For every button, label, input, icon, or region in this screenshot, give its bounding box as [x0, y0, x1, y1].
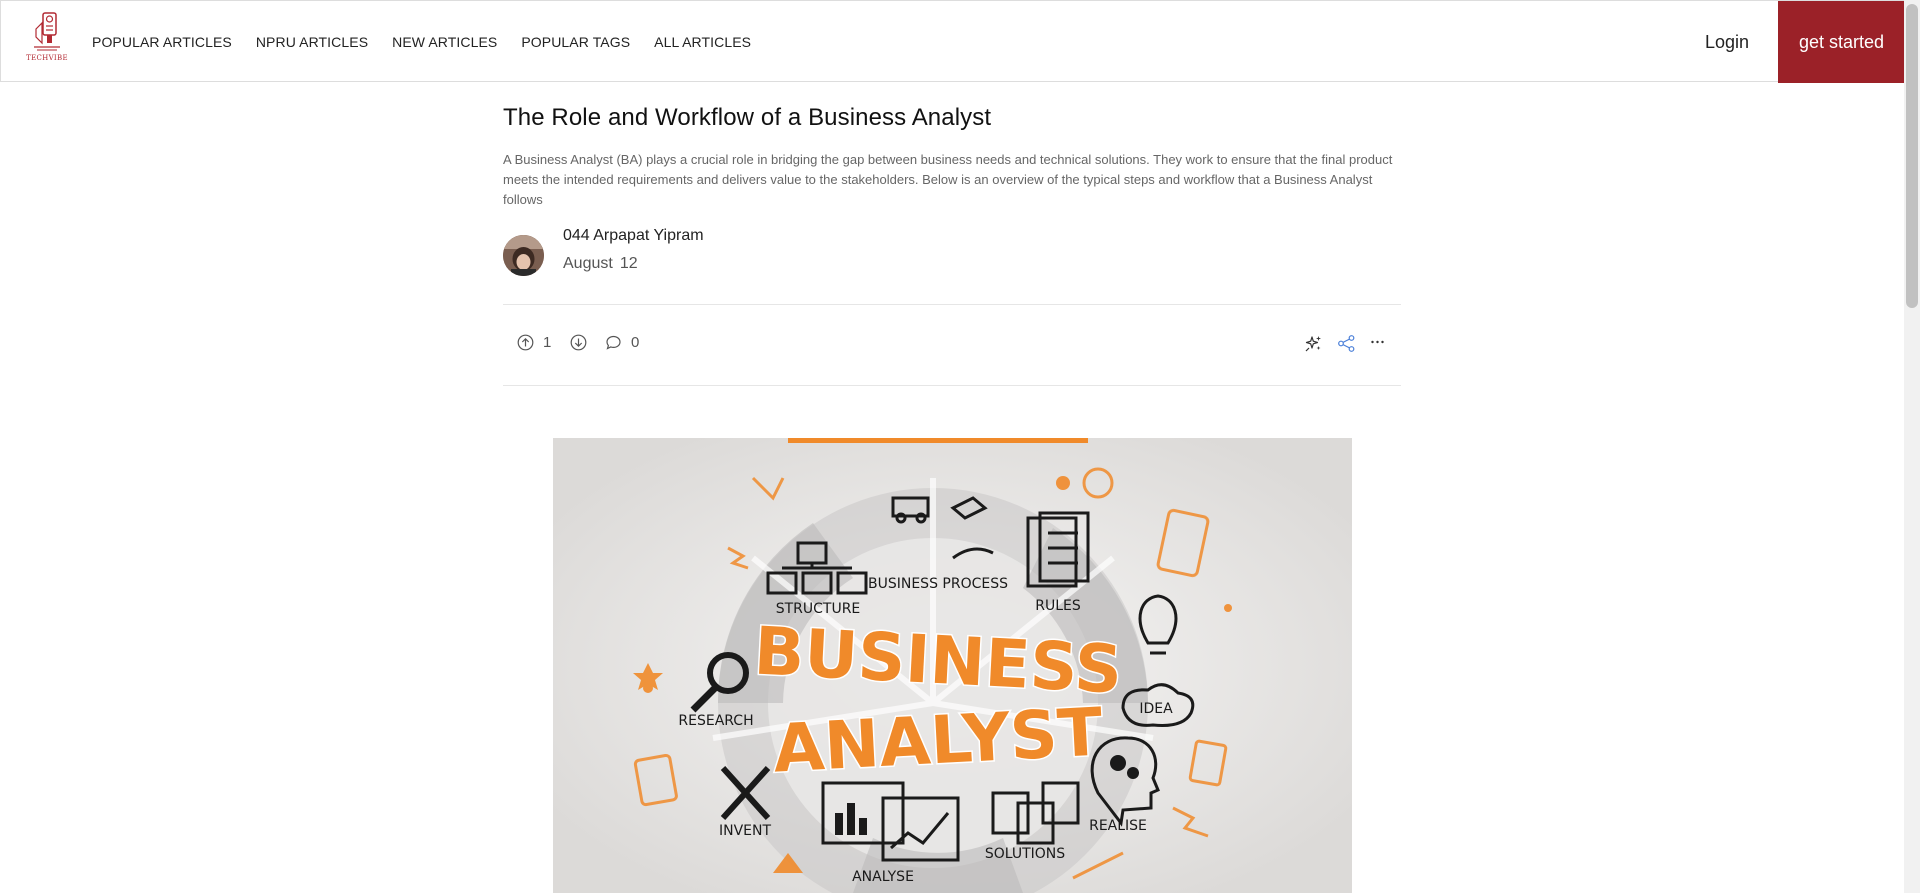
top-navbar: TECHVIBE POPULAR ARTICLES NPRU ARTICLES …	[0, 0, 1905, 83]
author-avatar[interactable]	[503, 235, 544, 276]
comment-count: 0	[631, 334, 640, 351]
hero-label-solutions: SOLUTIONS	[985, 846, 1065, 862]
share-icon	[1338, 335, 1355, 352]
ai-summary-button[interactable]	[1304, 334, 1323, 353]
main-nav: POPULAR ARTICLES NPRU ARTICLES NEW ARTIC…	[92, 1, 775, 83]
nav-new-articles[interactable]: NEW ARTICLES	[392, 34, 497, 50]
hero-label-invent: INVENT	[719, 823, 771, 839]
techvibe-logo[interactable]: TECHVIBE	[25, 11, 69, 67]
upvote-icon	[517, 334, 534, 351]
article-title: The Role and Workflow of a Business Anal…	[503, 104, 992, 131]
page-scrollbar-thumb[interactable]	[1906, 4, 1918, 308]
logo-text: TECHVIBE	[26, 54, 68, 62]
author-name[interactable]: 044 Arpapat Yipram	[563, 227, 704, 245]
article-summary: A Business Analyst (BA) plays a crucial …	[503, 152, 1393, 207]
hero-label-idea: IDEA	[1139, 701, 1173, 717]
publish-date-day: 12	[619, 255, 638, 272]
publish-date: August 12	[563, 255, 638, 273]
downvote-icon	[570, 334, 587, 351]
hero-label-business-process: BUSINESS PROCESS	[868, 576, 1008, 592]
logo-mark-icon	[34, 12, 60, 51]
nav-popular-articles[interactable]: POPULAR ARTICLES	[92, 34, 232, 50]
nav-all-articles[interactable]: ALL ARTICLES	[654, 34, 751, 50]
downvote-button[interactable]	[570, 334, 587, 351]
sparkle-icon	[1305, 336, 1321, 352]
nav-popular-tags[interactable]: POPULAR TAGS	[521, 34, 630, 50]
comment-button[interactable]: 0	[605, 334, 639, 351]
divider-bottom	[503, 385, 1401, 386]
publish-date-month: August	[563, 255, 613, 272]
upvote-count: 1	[543, 334, 552, 351]
business-analyst-illustration: STRUCTURE BUSINESS PROCESS RULES IDEA RE…	[553, 438, 1352, 893]
hero-label-research: RESEARCH	[678, 713, 753, 729]
more-icon	[1371, 340, 1384, 344]
upvote-button[interactable]: 1	[517, 334, 551, 351]
login-link[interactable]: Login	[1705, 1, 1749, 83]
nav-npru-articles[interactable]: NPRU ARTICLES	[256, 34, 368, 50]
hero-label-realise: REALISE	[1089, 818, 1147, 834]
share-button[interactable]	[1337, 334, 1356, 353]
hero-label-analyse: ANALYSE	[852, 869, 914, 885]
avatar-photo	[503, 235, 544, 276]
get-started-button[interactable]: get started	[1778, 1, 1905, 83]
comment-icon	[606, 335, 621, 350]
hero-label-rules: RULES	[1035, 598, 1081, 614]
more-options-button[interactable]	[1369, 334, 1386, 351]
article-actions-bar: 1 0	[503, 304, 1401, 384]
article-hero-image: STRUCTURE BUSINESS PROCESS RULES IDEA RE…	[553, 438, 1352, 893]
